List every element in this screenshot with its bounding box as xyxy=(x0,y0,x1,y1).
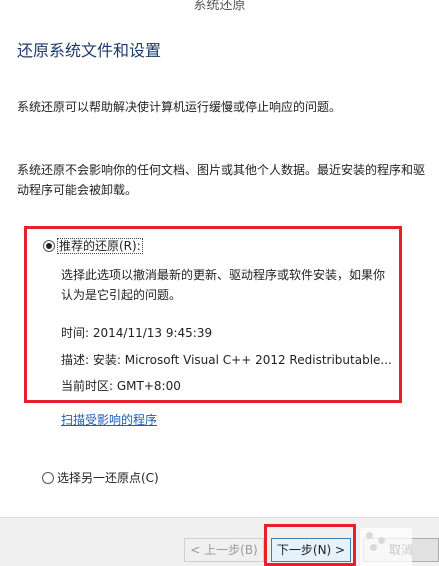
restore-point-description: 描述: 安装: Microsoft Visual C++ 2012 Redist… xyxy=(61,353,392,367)
intro-text-1: 系统还原可以帮助解决使计算机运行缓慢或停止响应的问题。 xyxy=(17,100,342,114)
window-title: 系统还原 xyxy=(193,0,246,13)
current-timezone: 当前时区: GMT+8:00 xyxy=(61,379,181,393)
watermark-dot xyxy=(366,532,373,539)
next-button-highlight-box xyxy=(264,524,356,566)
back-button[interactable]: < 上一步(B) xyxy=(184,538,264,562)
recommended-restore-radio[interactable] xyxy=(43,240,55,252)
choose-other-restore-point-radio[interactable] xyxy=(42,472,54,484)
recommended-restore-label[interactable]: 推荐的还原(R): xyxy=(57,238,143,254)
recommended-description: 选择此选项以撤消最新的更新、驱动程序或软件安装，如果你认为是它引起的问题。 xyxy=(61,268,386,302)
system-restore-window: 系统还原 还原系统文件和设置 系统还原可以帮助解决使计算机运行缓慢或停止响应的问… xyxy=(0,0,439,566)
page-heading: 还原系统文件和设置 xyxy=(17,41,162,60)
watermark-dot xyxy=(378,537,385,544)
scan-affected-programs-link[interactable]: 扫描受影响的程序 xyxy=(61,411,157,428)
restore-point-time: 时间: 2014/11/13 9:45:39 xyxy=(61,326,213,340)
intro-text-2: 系统还原不会影响你的任何文档、图片或其他个人数据。最近安装的程序和驱动程序可能会… xyxy=(17,163,426,197)
watermark-overlay xyxy=(360,528,412,566)
choose-other-restore-point-label[interactable]: 选择另一还原点(C) xyxy=(57,470,159,486)
title-bar: 系统还原 xyxy=(0,0,439,14)
watermark-dot xyxy=(370,544,377,551)
